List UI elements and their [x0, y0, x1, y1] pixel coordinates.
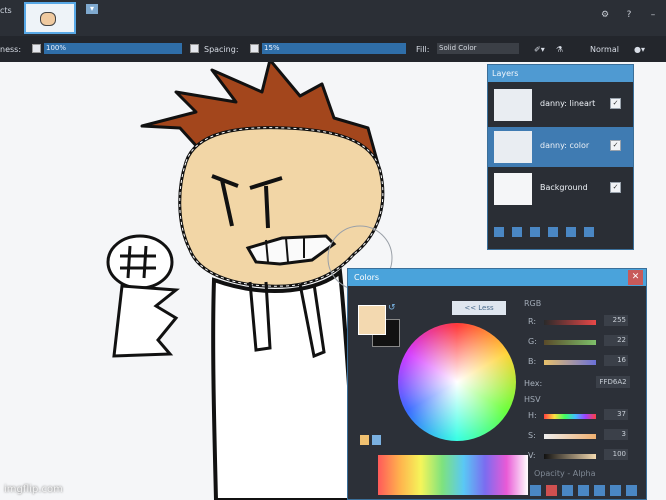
layers-panel: Layers danny: lineart ✓ danny: color ✓ B… — [487, 64, 634, 250]
move-layer-down-icon[interactable] — [566, 227, 576, 237]
value-value[interactable]: 100 — [604, 449, 628, 460]
color-wheel[interactable] — [398, 323, 516, 441]
layer-name: danny: lineart — [540, 99, 596, 108]
spacing-toggle[interactable] — [190, 44, 199, 53]
rgb-header: RGB — [524, 299, 542, 308]
minimize-icon[interactable]: – — [646, 8, 660, 22]
hue-label: H: — [528, 411, 537, 420]
tool-options-bar: ness: 100% Spacing: 15% Fill: Solid Colo… — [0, 36, 666, 62]
layer-row-color[interactable]: danny: color ✓ — [488, 127, 633, 167]
palette-menu-icon[interactable] — [360, 435, 369, 445]
red-slider[interactable] — [544, 320, 596, 325]
tool-icon-6[interactable] — [610, 485, 621, 496]
alpha-blend-icon[interactable]: ●▾ — [634, 45, 645, 54]
blue-slider[interactable] — [544, 360, 596, 365]
colors-title: Colors — [348, 269, 646, 286]
image-tab-strip: cts ▾ ⚙ ? – — [0, 0, 666, 36]
antialias-icon[interactable]: ✐▾ — [534, 45, 545, 54]
move-layer-up-icon[interactable] — [548, 227, 558, 237]
tab-label: cts — [0, 6, 12, 15]
help-icon[interactable]: ? — [622, 8, 636, 22]
layer-visibility-checkbox[interactable]: ✓ — [610, 140, 621, 151]
body-shape — [211, 267, 359, 500]
layers-title: Layers — [488, 65, 633, 82]
layer-properties-icon[interactable] — [584, 227, 594, 237]
swap-colors-icon[interactable]: ↺ — [388, 303, 396, 313]
watermark-text: imgflip.com — [4, 484, 63, 495]
close-icon[interactable]: ✕ — [628, 270, 643, 285]
hue-slider[interactable] — [544, 414, 596, 419]
hue-value[interactable]: 37 — [604, 409, 628, 420]
blue-value[interactable]: 16 — [604, 355, 628, 366]
tool-icon-5[interactable] — [594, 485, 605, 496]
layer-tools — [494, 225, 628, 239]
tool-icon-2[interactable] — [546, 485, 557, 496]
layer-thumbnail — [494, 89, 532, 121]
less-button[interactable]: << Less — [452, 301, 506, 315]
blend-mode-select[interactable]: Normal — [590, 45, 619, 54]
spacing-label: Spacing: — [204, 45, 239, 54]
layer-visibility-checkbox[interactable]: ✓ — [610, 182, 621, 193]
tool-icon-7[interactable] — [626, 485, 637, 496]
red-value[interactable]: 255 — [604, 315, 628, 326]
add-layer-icon[interactable] — [494, 227, 504, 237]
saturation-value[interactable]: 3 — [604, 429, 628, 440]
layer-thumbnail — [494, 131, 532, 163]
primary-color-swatch[interactable] — [358, 305, 386, 335]
palette-icons — [360, 435, 410, 447]
softness-label: ness: — [0, 45, 22, 54]
softness-input[interactable]: 100% — [44, 43, 182, 54]
image-tab-thumbnail[interactable] — [24, 2, 76, 34]
layer-row-background[interactable]: Background ✓ — [488, 169, 633, 209]
palette-swatches-icon[interactable] — [372, 435, 381, 445]
hex-input[interactable]: FFD6A2 — [596, 376, 630, 388]
hsv-header: HSV — [524, 395, 541, 404]
color-palette[interactable] — [378, 455, 528, 495]
thumbnail-preview — [40, 12, 56, 26]
duplicate-layer-icon[interactable] — [530, 227, 540, 237]
fill-select[interactable]: Solid Color — [437, 43, 519, 54]
settings-icon[interactable]: ⚙ — [598, 8, 612, 22]
green-slider[interactable] — [544, 340, 596, 345]
bottom-toolbar — [528, 483, 646, 499]
value-slider[interactable] — [544, 454, 596, 459]
arm-shape — [112, 284, 180, 358]
opacity-label: Opacity - Alpha — [534, 469, 596, 478]
spacing-check[interactable] — [250, 44, 259, 53]
value-label: V: — [528, 451, 536, 460]
tool-icon-3[interactable] — [562, 485, 573, 496]
green-label: G: — [528, 337, 537, 346]
spacing-input[interactable]: 15% — [262, 43, 406, 54]
layer-name: danny: color — [540, 141, 590, 150]
fill-label: Fill: — [416, 45, 430, 54]
fist-head — [106, 234, 174, 290]
green-value[interactable]: 22 — [604, 335, 628, 346]
softness-toggle[interactable] — [32, 44, 41, 53]
colors-panel: Colors ✕ ↺ << Less RGB R: 255 G: 22 B: 1… — [347, 268, 647, 500]
layer-name: Background — [540, 183, 588, 192]
layer-visibility-checkbox[interactable]: ✓ — [610, 98, 621, 109]
layer-row-lineart[interactable]: danny: lineart ✓ — [488, 85, 633, 125]
blue-label: B: — [528, 357, 537, 366]
red-label: R: — [528, 317, 537, 326]
layer-thumbnail — [494, 173, 532, 205]
tool-icon-1[interactable] — [530, 485, 541, 496]
blend-mode-icon: ⚗ — [556, 45, 564, 54]
saturation-label: S: — [528, 431, 536, 440]
tab-menu-icon[interactable]: ▾ — [86, 4, 98, 14]
hex-label: Hex: — [524, 379, 543, 388]
delete-layer-icon[interactable] — [512, 227, 522, 237]
saturation-slider[interactable] — [544, 434, 596, 439]
tool-icon-4[interactable] — [578, 485, 589, 496]
